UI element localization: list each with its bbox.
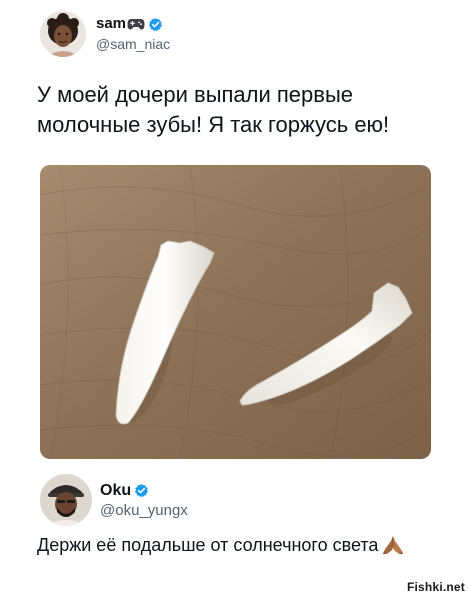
tweet-text: У моей дочери выпали первые молочные зуб… <box>37 80 457 140</box>
verified-badge-icon <box>148 17 163 32</box>
author-handle[interactable]: @sam_niac <box>96 35 170 53</box>
praying-hands-icon <box>382 535 404 555</box>
tweet-text-line-2: молочные зубы! Я так горжусь ею! <box>37 112 390 137</box>
author-name-row[interactable]: sam <box>96 15 170 33</box>
reply-author-name-block: Oku @oku_yungx <box>100 481 188 520</box>
author-avatar[interactable] <box>40 11 86 57</box>
reply-text: Держи её подальше от солнечного света <box>37 533 404 557</box>
tweet-header: sam @sam_niac <box>40 10 170 58</box>
reply-author-handle[interactable]: @oku_yungx <box>100 501 188 520</box>
reply-text-content: Держи её подальше от солнечного света <box>37 535 379 555</box>
watermark: Fishki.net <box>406 580 465 594</box>
reply-author-avatar[interactable] <box>40 474 92 526</box>
reply-author-name-row[interactable]: Oku <box>100 481 188 500</box>
teeth-photo[interactable] <box>40 165 431 459</box>
gamepad-icon <box>127 17 145 31</box>
author-name[interactable]: sam <box>96 15 126 33</box>
reply-author-name[interactable]: Oku <box>100 481 131 500</box>
author-name-block: sam @sam_niac <box>96 15 170 53</box>
tweet-text-line-1: У моей дочери выпали первые <box>37 82 354 107</box>
verified-badge-icon <box>134 483 149 498</box>
reply-header: Oku @oku_yungx <box>40 473 188 527</box>
